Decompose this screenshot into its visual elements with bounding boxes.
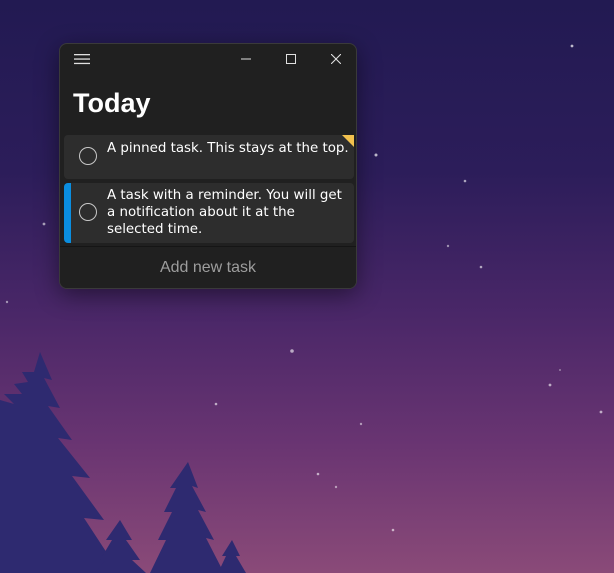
maximize-button[interactable] <box>269 44 313 74</box>
minimize-icon <box>241 58 251 60</box>
task-checkbox[interactable] <box>79 203 97 221</box>
pine-trees <box>0 352 246 573</box>
hamburger-icon <box>74 54 90 65</box>
pin-indicator-icon <box>342 135 354 147</box>
task-item-pinned[interactable]: A pinned task. This stays at the top. <box>64 135 354 179</box>
minimize-button[interactable] <box>224 44 268 74</box>
task-text: A pinned task. This stays at the top. <box>107 141 349 156</box>
title-bar <box>60 44 356 74</box>
close-icon <box>331 54 341 64</box>
close-button[interactable] <box>314 44 356 74</box>
task-item-reminder[interactable]: A task with a reminder. You will get a n… <box>64 183 354 243</box>
add-new-task-input[interactable]: Add new task <box>60 247 356 288</box>
page-title: Today <box>73 88 151 118</box>
todo-app-window: Today A pinned task. This stays at the t… <box>59 43 357 289</box>
task-text: A task with a reminder. You will get a n… <box>107 188 342 237</box>
menu-button[interactable] <box>60 44 104 74</box>
reminder-indicator <box>64 183 71 243</box>
task-checkbox[interactable] <box>79 147 97 165</box>
maximize-icon <box>286 54 296 64</box>
